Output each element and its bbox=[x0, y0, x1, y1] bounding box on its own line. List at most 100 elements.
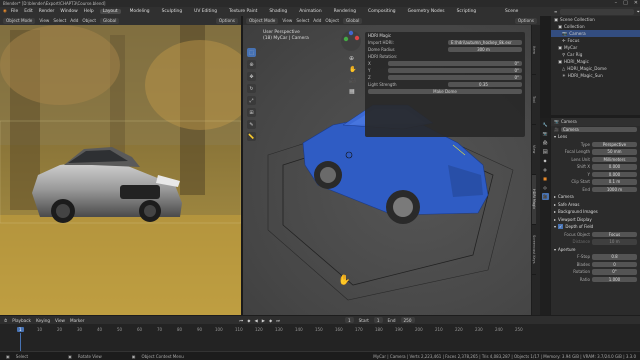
world-props-icon[interactable]: ◍ bbox=[542, 166, 549, 173]
dof-section-header[interactable]: ▾ ✓ Depth of Field bbox=[551, 223, 640, 231]
minimize-icon[interactable]: – bbox=[615, 0, 618, 6]
right-mode-dropdown[interactable]: Object Mode bbox=[246, 17, 279, 24]
left-add-menu[interactable]: Add bbox=[70, 18, 78, 23]
rotation-y-field[interactable]: 0° bbox=[388, 68, 522, 73]
fstop-field[interactable]: 0.8 bbox=[592, 254, 637, 260]
camera-view-icon[interactable]: 🎥 bbox=[349, 77, 356, 84]
tab-scripting[interactable]: Scripting bbox=[454, 9, 480, 14]
timeline-ruler[interactable]: 1 10 20 30 40 50 60 70 80 90 100 110 120… bbox=[0, 325, 530, 333]
blades-field[interactable]: 0 bbox=[592, 261, 637, 267]
shift-y-field[interactable]: 0.000 bbox=[592, 171, 637, 177]
render-props-icon[interactable]: 📷 bbox=[542, 130, 549, 137]
tab-uv-editing[interactable]: UV Editing bbox=[191, 9, 220, 14]
outliner-row[interactable]: ▣ HDRI_Magic bbox=[551, 58, 640, 65]
right-view-menu[interactable]: View bbox=[282, 18, 292, 23]
camera-section-header[interactable]: ▸ Camera bbox=[551, 193, 640, 201]
close-icon[interactable]: ✕ bbox=[634, 0, 638, 6]
outliner-type-icon[interactable]: ≡ bbox=[554, 9, 557, 14]
side-tab-hdri-magic[interactable]: HDRI Magic bbox=[532, 175, 536, 225]
side-tab-item[interactable]: Item bbox=[532, 25, 536, 75]
play-icon[interactable]: ▶ bbox=[262, 318, 265, 323]
focal-length-field[interactable]: 50 mm bbox=[592, 149, 637, 155]
tab-compositing[interactable]: Compositing bbox=[365, 9, 399, 14]
right-options-dropdown[interactable]: Options bbox=[514, 17, 537, 24]
make-dome-button[interactable]: Make Dome bbox=[368, 89, 522, 94]
marker-menu[interactable]: Marker bbox=[70, 318, 84, 323]
jump-start-icon[interactable]: ⏮ bbox=[239, 318, 243, 323]
outliner-row[interactable]: ▣ Collection bbox=[551, 23, 640, 30]
left-orientation-dropdown[interactable]: Global bbox=[100, 17, 120, 24]
left-select-menu[interactable]: Select bbox=[53, 18, 66, 23]
zoom-icon[interactable]: ⊕ bbox=[349, 55, 356, 62]
physics-props-icon[interactable]: ◎ bbox=[542, 184, 549, 191]
current-frame-field[interactable]: 1 bbox=[344, 317, 354, 323]
outliner-row[interactable]: 📷 Camera bbox=[551, 30, 640, 37]
left-view-menu[interactable]: View bbox=[39, 18, 49, 23]
end-frame-field[interactable]: 250 bbox=[400, 317, 415, 323]
menu-help[interactable]: Help bbox=[84, 9, 94, 14]
aperture-rotation-field[interactable]: 0° bbox=[592, 269, 637, 275]
rotation-x-field[interactable]: 0° bbox=[388, 61, 522, 66]
right-orientation-dropdown[interactable]: Global bbox=[343, 17, 363, 24]
outliner-row[interactable]: △ HDRI_Magic_Dome bbox=[551, 65, 640, 72]
3d-viewport[interactable]: User Perspective (18) MyCar | Camera ⬚ ⊕… bbox=[243, 25, 531, 315]
side-tab-screencast-keys[interactable]: Screencast Keys bbox=[532, 225, 536, 275]
prev-keyframe-icon[interactable]: ◆ bbox=[247, 318, 250, 323]
aperture-section-header[interactable]: ▾ Aperture bbox=[551, 246, 640, 254]
outliner-row[interactable]: ▣ Scene Collection bbox=[551, 16, 640, 23]
start-frame-field[interactable]: 1 bbox=[373, 317, 383, 323]
aperture-ratio-field[interactable]: 1.000 bbox=[592, 276, 637, 282]
camera-data-props-icon[interactable]: 🎥 bbox=[541, 193, 549, 200]
maximize-icon[interactable]: □ bbox=[623, 0, 628, 6]
playhead[interactable] bbox=[20, 333, 21, 351]
tab-animation[interactable]: Animation bbox=[296, 9, 324, 14]
right-select-menu[interactable]: Select bbox=[296, 18, 309, 23]
hdri-import-field[interactable]: E:\hdri\autumn_hockey_8k.exr bbox=[448, 40, 522, 45]
dof-checkbox[interactable]: ✓ bbox=[558, 224, 564, 230]
right-add-menu[interactable]: Add bbox=[313, 18, 321, 23]
lens-type-dropdown[interactable]: Perspective bbox=[592, 141, 637, 147]
playback-menu[interactable]: Playback bbox=[12, 318, 31, 323]
right-object-menu[interactable]: Object bbox=[325, 18, 339, 23]
tab-geometry-nodes[interactable]: Geometry Nodes bbox=[405, 9, 448, 14]
light-strength-field[interactable]: 0.35 bbox=[448, 82, 522, 87]
left-options-dropdown[interactable]: Options bbox=[215, 17, 238, 24]
tab-modeling[interactable]: Modeling bbox=[127, 9, 153, 14]
viewport-display-section[interactable]: ▸ Viewport Display bbox=[551, 216, 640, 224]
lens-unit-dropdown[interactable]: Millimeters bbox=[592, 156, 637, 162]
side-tab-view[interactable]: View bbox=[532, 125, 536, 175]
left-object-menu[interactable]: Object bbox=[82, 18, 96, 23]
timeline-editor-icon[interactable]: ⏱ bbox=[4, 318, 7, 323]
object-props-icon[interactable]: ■ bbox=[542, 175, 549, 182]
view-layer-props-icon[interactable]: 🖼 bbox=[542, 148, 549, 155]
tab-layout[interactable]: Layout bbox=[99, 9, 121, 14]
outliner-row[interactable]: ✛ Focus bbox=[551, 37, 640, 44]
jump-end-icon[interactable]: ⏭ bbox=[276, 318, 280, 323]
output-props-icon[interactable]: 🖨 bbox=[542, 139, 549, 146]
tool-props-icon[interactable]: 🔧 bbox=[542, 121, 549, 128]
focus-object-field[interactable]: Focus bbox=[592, 231, 637, 237]
menu-file[interactable]: File bbox=[11, 9, 18, 14]
clip-end-field[interactable]: 1000 m bbox=[592, 186, 637, 192]
shift-x-field[interactable]: 0.000 bbox=[592, 164, 637, 170]
clip-start-field[interactable]: 0.1 m bbox=[592, 179, 637, 185]
next-keyframe-icon[interactable]: ◆ bbox=[269, 318, 272, 323]
outliner-row[interactable]: ☀ HDRI_Magic_Sun bbox=[551, 72, 640, 79]
timeline-view-menu[interactable]: View bbox=[55, 318, 65, 323]
tab-rendering[interactable]: Rendering bbox=[331, 9, 359, 14]
menu-render[interactable]: Render bbox=[39, 9, 55, 14]
menu-edit[interactable]: Edit bbox=[24, 9, 33, 14]
ortho-toggle-icon[interactable]: ▦ bbox=[349, 88, 356, 95]
menu-window[interactable]: Window bbox=[60, 9, 77, 14]
tab-shading[interactable]: Shading bbox=[266, 9, 290, 14]
play-reverse-icon[interactable]: ◀ bbox=[254, 318, 257, 323]
pan-icon[interactable]: ✋ bbox=[349, 66, 356, 73]
navigation-gizmo[interactable] bbox=[340, 30, 362, 52]
outliner-search-input[interactable] bbox=[560, 8, 634, 15]
scene-props-icon[interactable]: ◆ bbox=[542, 157, 549, 164]
scene-selector[interactable]: Scene bbox=[505, 9, 518, 14]
rotation-z-field[interactable]: 0° bbox=[388, 75, 522, 80]
background-images-section[interactable]: ▸ Background Images bbox=[551, 208, 640, 216]
camera-render-viewport[interactable] bbox=[0, 25, 241, 315]
left-mode-dropdown[interactable]: Object Mode bbox=[3, 17, 36, 24]
